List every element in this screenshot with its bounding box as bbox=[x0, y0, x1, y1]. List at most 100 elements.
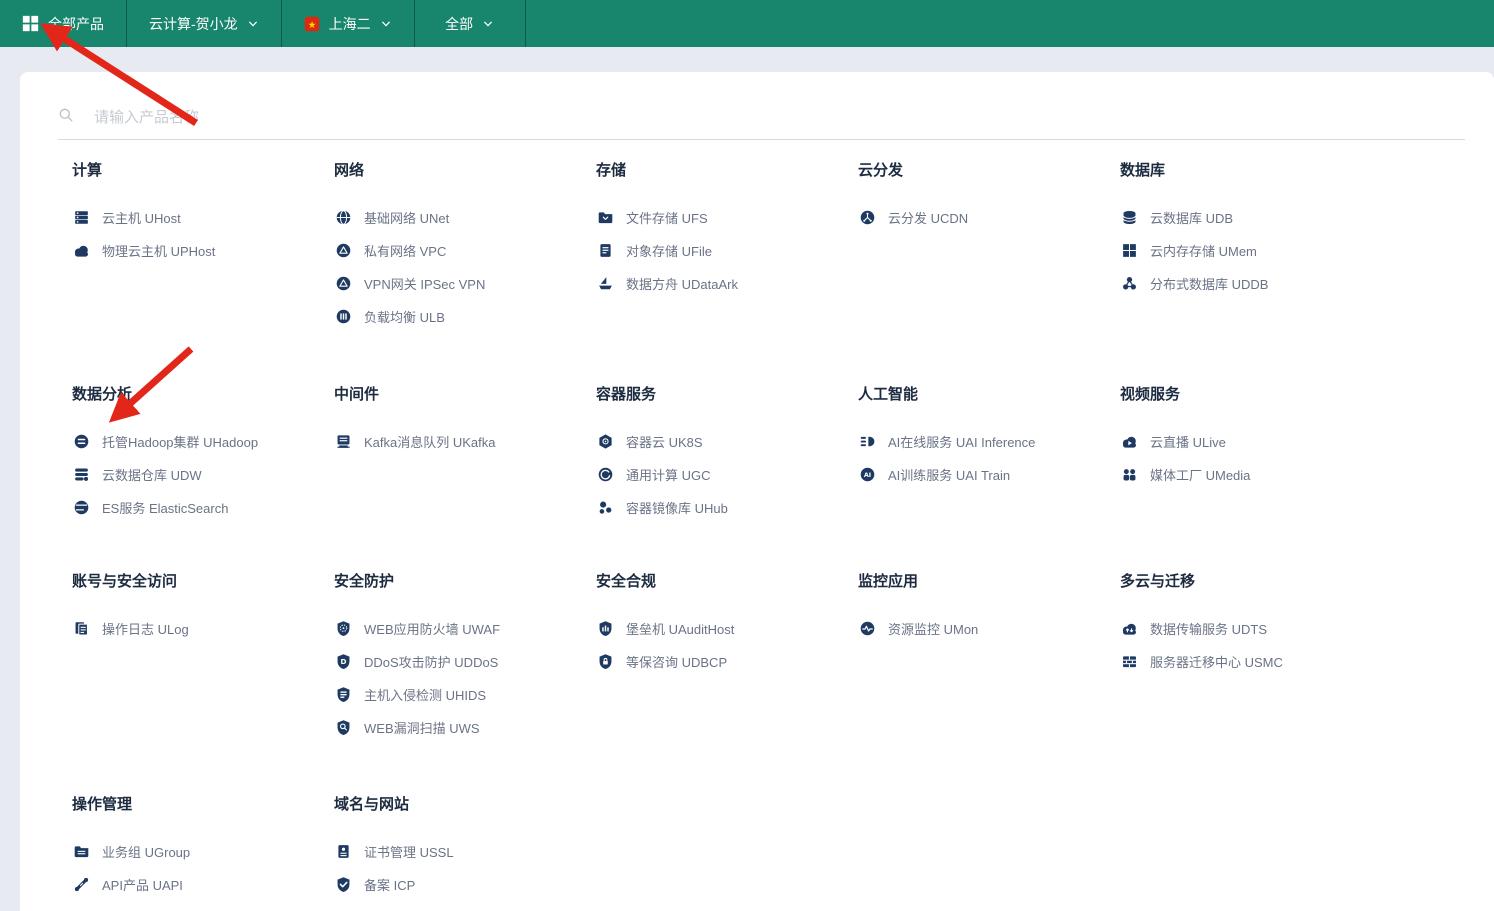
product-item[interactable]: AI在线服务 UAI Inference bbox=[858, 431, 1120, 451]
server-icon bbox=[72, 209, 90, 226]
database-icon bbox=[1120, 209, 1138, 226]
category: 容器服务容器云 UK8S 通用计算 UGC 容器镜像库 UHub bbox=[596, 387, 858, 530]
memory-grid-icon bbox=[1120, 242, 1138, 259]
topbar-item-label: 全部 bbox=[445, 14, 473, 34]
product-item-label: 云主机 UHost bbox=[102, 208, 181, 227]
product-item-label: 业务组 UGroup bbox=[102, 842, 190, 861]
category: 存储文件存储 UFS对象存储 UFile数据方舟 UDataArk bbox=[596, 163, 858, 306]
topbar-item-label: 上海二 bbox=[329, 14, 371, 34]
category-title: 人工智能 bbox=[858, 387, 1120, 403]
product-item[interactable]: 云内存存储 UMem bbox=[1120, 240, 1382, 260]
category: 多云与迁移数据传输服务 UDTS服务器迁移中心 USMC bbox=[1120, 574, 1382, 684]
topbar-item-1[interactable]: 全部产品 bbox=[0, 0, 127, 47]
product-item[interactable]: VPN网关 IPSec VPN bbox=[334, 273, 596, 293]
category-grid: 计算云主机 UHost物理云主机 UPHost网络基础网络 UNet私有网络 V… bbox=[58, 140, 1494, 907]
product-item-label: 容器云 UK8S bbox=[626, 432, 703, 451]
product-item-label: 服务器迁移中心 USMC bbox=[1150, 652, 1283, 671]
product-item-label: 云内存存储 UMem bbox=[1150, 241, 1257, 260]
product-item[interactable]: 负载均衡 ULB bbox=[334, 306, 596, 326]
cdn-globe-icon bbox=[858, 209, 876, 226]
topbar-item-3[interactable]: ★上海二 bbox=[282, 0, 415, 47]
product-item[interactable]: API产品 UAPI bbox=[72, 874, 334, 894]
topbar-item-label: 全部产品 bbox=[48, 14, 104, 34]
product-item[interactable]: 云数据仓库 UDW bbox=[72, 464, 334, 484]
product-item[interactable]: 操作日志 ULog bbox=[72, 618, 334, 638]
product-item-label: VPN网关 IPSec VPN bbox=[364, 274, 485, 293]
product-item[interactable]: 容器镜像库 UHub bbox=[596, 497, 858, 517]
product-item[interactable]: 堡垒机 UAuditHost bbox=[596, 618, 858, 638]
category: 域名与网站证书管理 USSL 备案 ICP bbox=[334, 797, 596, 907]
product-item[interactable]: 云数据库 UDB bbox=[1120, 207, 1382, 227]
product-item-label: 负载均衡 ULB bbox=[364, 307, 445, 326]
product-item[interactable]: 容器云 UK8S bbox=[596, 431, 858, 451]
product-item[interactable]: WEB应用防火墙 UWAF bbox=[334, 618, 596, 638]
product-item[interactable]: 基础网络 UNet bbox=[334, 207, 596, 227]
load-balancer-icon bbox=[334, 308, 352, 325]
product-item[interactable]: 文件存储 UFS bbox=[596, 207, 858, 227]
product-item-label: 云数据仓库 UDW bbox=[102, 465, 202, 484]
product-item[interactable]: 云主机 UHost bbox=[72, 207, 334, 227]
product-item[interactable]: 备案 ICP bbox=[334, 874, 596, 894]
category-title: 云分发 bbox=[858, 163, 1120, 179]
compute-circle-icon bbox=[596, 466, 614, 483]
category: 账号与安全访问操作日志 ULog bbox=[72, 574, 334, 651]
topbar-item-2[interactable]: 云计算-贺小龙 bbox=[127, 0, 282, 47]
product-item[interactable]: 数据方舟 UDataArk bbox=[596, 273, 858, 293]
product-item-label: 证书管理 USSL bbox=[364, 842, 454, 861]
product-item[interactable]: D DDoS攻击防护 UDDoS bbox=[334, 651, 596, 671]
product-item[interactable]: 云直播 ULive bbox=[1120, 431, 1382, 451]
cloud-network-icon bbox=[334, 275, 352, 292]
product-item-label: 资源监控 UMon bbox=[888, 619, 978, 638]
hadoop-icon bbox=[72, 433, 90, 450]
product-item[interactable]: WEB漏洞扫描 UWS bbox=[334, 717, 596, 737]
category-row-1: 计算云主机 UHost物理云主机 UPHost网络基础网络 UNet私有网络 V… bbox=[72, 163, 1494, 387]
svg-text:D: D bbox=[340, 657, 346, 666]
category-title: 中间件 bbox=[334, 387, 596, 403]
product-item-label: 容器镜像库 UHub bbox=[626, 498, 728, 517]
product-item-label: AI训练服务 UAI Train bbox=[888, 465, 1010, 484]
product-item[interactable]: AIAI训练服务 UAI Train bbox=[858, 464, 1120, 484]
product-item[interactable]: 证书管理 USSL bbox=[334, 841, 596, 861]
category: 网络基础网络 UNet私有网络 VPCVPN网关 IPSec VPN负载均衡 U… bbox=[334, 163, 596, 339]
shield-globe-icon bbox=[334, 620, 352, 637]
category-title: 安全防护 bbox=[334, 574, 596, 590]
product-item[interactable]: 媒体工厂 UMedia bbox=[1120, 464, 1382, 484]
product-item-label: 云分发 UCDN bbox=[888, 208, 968, 227]
topbar-item-4[interactable]: 全部 bbox=[415, 0, 526, 47]
ark-boat-icon bbox=[596, 275, 614, 292]
product-item[interactable]: 云分发 UCDN bbox=[858, 207, 1120, 227]
k8s-icon bbox=[596, 433, 614, 450]
product-item[interactable]: 对象存储 UFile bbox=[596, 240, 858, 260]
category: 人工智能 AI在线服务 UAI Inference AIAI训练服务 UAI Tra… bbox=[858, 387, 1120, 497]
product-item-label: 通用计算 UGC bbox=[626, 465, 711, 484]
product-item[interactable]: 主机入侵检测 UHIDS bbox=[334, 684, 596, 704]
product-item[interactable]: 服务器迁移中心 USMC bbox=[1120, 651, 1382, 671]
product-item[interactable]: 数据传输服务 UDTS bbox=[1120, 618, 1382, 638]
product-item-label: 堡垒机 UAuditHost bbox=[626, 619, 734, 638]
category-title: 容器服务 bbox=[596, 387, 858, 403]
folder-icon bbox=[596, 209, 614, 226]
product-item-label: WEB漏洞扫描 UWS bbox=[364, 718, 480, 737]
product-item[interactable]: 资源监控 UMon bbox=[858, 618, 1120, 638]
product-item[interactable]: 分布式数据库 UDDB bbox=[1120, 273, 1382, 293]
category-title: 域名与网站 bbox=[334, 797, 596, 813]
product-item[interactable]: 业务组 UGroup bbox=[72, 841, 334, 861]
product-item[interactable]: Kafka消息队列 UKafka bbox=[334, 431, 596, 451]
shield-lock-icon bbox=[596, 653, 614, 670]
product-item[interactable]: 私有网络 VPC bbox=[334, 240, 596, 260]
document-icon bbox=[596, 242, 614, 259]
category: 云分发云分发 UCDN bbox=[858, 163, 1120, 240]
topbar-item-label: 云计算-贺小龙 bbox=[149, 14, 238, 34]
category-title: 数据库 bbox=[1120, 163, 1382, 179]
shield-d-icon: D bbox=[334, 653, 352, 670]
product-search-input[interactable] bbox=[92, 108, 1465, 127]
product-item[interactable]: 等保咨询 UDBCP bbox=[596, 651, 858, 671]
product-item-label: ES服务 ElasticSearch bbox=[102, 498, 228, 517]
fortress-icon bbox=[596, 620, 614, 637]
product-item[interactable]: 通用计算 UGC bbox=[596, 464, 858, 484]
product-item[interactable]: 托管Hadoop集群 UHadoop bbox=[72, 431, 334, 451]
product-item[interactable]: ES服务 ElasticSearch bbox=[72, 497, 334, 517]
cluster-dots-icon bbox=[1120, 275, 1138, 292]
product-item-label: DDoS攻击防护 UDDoS bbox=[364, 652, 498, 671]
product-item[interactable]: 物理云主机 UPHost bbox=[72, 240, 334, 260]
